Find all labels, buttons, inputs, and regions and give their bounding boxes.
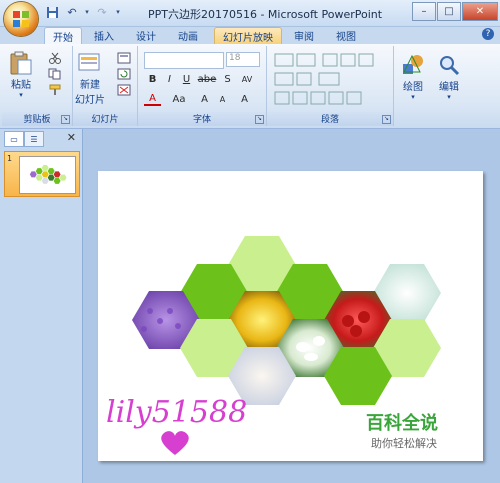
paragraph-launcher-icon[interactable]: ↘ [382,115,391,124]
office-button[interactable] [4,2,38,36]
office-logo-icon [13,11,29,27]
char-spacing-button[interactable]: AV [236,72,258,87]
change-case-button[interactable]: Aa [168,92,190,107]
minimize-button[interactable]: – [412,2,436,21]
tab-view[interactable]: 视图 [328,27,364,43]
editing-label: 编辑 [439,82,459,93]
font-launcher-icon[interactable]: ↘ [255,115,264,124]
group-clipboard: 粘贴 ▾ 剪贴板 ↘ [2,46,73,126]
paste-icon [10,51,32,75]
tab-insert[interactable]: 插入 [86,27,122,43]
drawing-label: 绘图 [403,82,423,93]
quick-access-toolbar: ↶ ▾ ↷ ▾ [44,5,122,19]
strikethrough-button[interactable]: abe [196,72,218,87]
slide-canvas[interactable]: lily51588 百科全说 助你轻松解决 [98,171,483,461]
group-slides: 新建 幻灯片 幻灯片 [73,46,138,126]
shapes-icon [403,54,423,74]
layout-icon[interactable] [117,52,131,64]
new-slide-icon [78,53,100,71]
paste-button[interactable]: 粘贴 ▾ [8,50,34,99]
group-label-font: 字体 [138,112,266,126]
undo-dropdown-icon[interactable]: ▾ [84,5,90,19]
watermark-lily: lily51588 [106,395,248,430]
font-color-button[interactable]: A [144,92,161,106]
shrink-font-button[interactable]: A [214,92,231,107]
slide-thumbnail[interactable]: 1 [4,151,80,197]
group-editing: 编辑 ▾ [432,46,468,126]
drawing-dropdown-icon[interactable]: ▾ [411,93,415,101]
group-font: 18 B I U abe S AV A Aa A A A 字体 ↘ [138,46,267,126]
tab-home[interactable]: 开始 [44,27,82,44]
group-label-slides: 幻灯片 [73,112,137,126]
save-icon[interactable] [44,5,60,19]
undo-icon[interactable]: ↶ [64,5,80,19]
maximize-button[interactable]: □ [437,2,461,21]
group-paragraph: 段落 ↘ [267,46,394,126]
slides-tab-icon[interactable]: ▭ [4,131,24,147]
tab-slideshow[interactable]: 幻灯片放映 [214,27,282,45]
tab-design[interactable]: 设计 [128,27,164,43]
close-button[interactable]: ✕ [462,2,498,21]
slides-panel: ▭ ☰ ✕ 1 [0,129,83,483]
title-bar: ↶ ▾ ↷ ▾ PPT六边形20170516 - Microsoft Power… [0,0,500,27]
group-drawing: 绘图 ▾ [396,46,432,126]
cut-icon[interactable] [48,52,62,64]
new-slide-label-2: 幻灯片 [75,95,105,106]
paste-dropdown-icon[interactable]: ▾ [19,91,23,99]
clipboard-launcher-icon[interactable]: ↘ [61,115,70,124]
drawing-button[interactable]: 绘图 ▾ [400,52,426,101]
help-icon[interactable]: ? [482,28,494,40]
copy-icon[interactable] [48,68,62,80]
slide-workspace: lily51588 百科全说 助你轻松解决 [83,129,500,483]
shadow-button[interactable]: S [219,72,236,87]
window-title: PPT六边形20170516 - Microsoft PowerPoint [148,8,383,21]
brand-title: 百科全说 [366,413,438,434]
ribbon: 粘贴 ▾ 剪贴板 ↘ 新建 幻灯片 幻灯片 18 B I U abe S AV … [0,44,500,129]
clear-format-button[interactable]: A [236,92,253,107]
slide-number: 1 [7,154,13,163]
editing-button[interactable]: 编辑 ▾ [436,52,462,101]
new-slide-label-1: 新建 [80,80,100,91]
italic-button[interactable]: I [161,72,178,87]
slide-thumbnail-image [19,156,76,194]
paragraph-icons [274,53,374,105]
outline-tab-icon[interactable]: ☰ [24,131,44,147]
delete-slide-icon[interactable] [117,84,131,96]
font-name-box[interactable] [144,52,224,69]
tab-animation[interactable]: 动画 [170,27,206,43]
format-painter-icon[interactable] [48,84,62,96]
window-controls: – □ ✕ [412,2,498,21]
find-icon [440,56,460,76]
panel-close-icon[interactable]: ✕ [67,131,76,144]
reset-icon[interactable] [117,68,131,80]
redo-icon[interactable]: ↷ [94,5,110,19]
grow-font-button[interactable]: A [196,92,213,107]
new-slide-button[interactable]: 新建 幻灯片 [75,50,105,106]
paste-label: 粘贴 [11,80,31,91]
bold-button[interactable]: B [144,72,161,87]
underline-button[interactable]: U [178,72,195,87]
editing-dropdown-icon[interactable]: ▾ [447,93,451,101]
heart-icon [161,431,189,455]
tab-review[interactable]: 审阅 [286,27,322,43]
font-size-box[interactable]: 18 [226,52,260,67]
group-label-paragraph: 段落 [267,112,393,126]
customize-qat-icon[interactable]: ▾ [114,5,122,19]
ribbon-tabs: 开始 插入 设计 动画 幻灯片放映 审阅 视图 [0,26,500,45]
brand-subtitle: 助你轻松解决 [371,437,437,450]
